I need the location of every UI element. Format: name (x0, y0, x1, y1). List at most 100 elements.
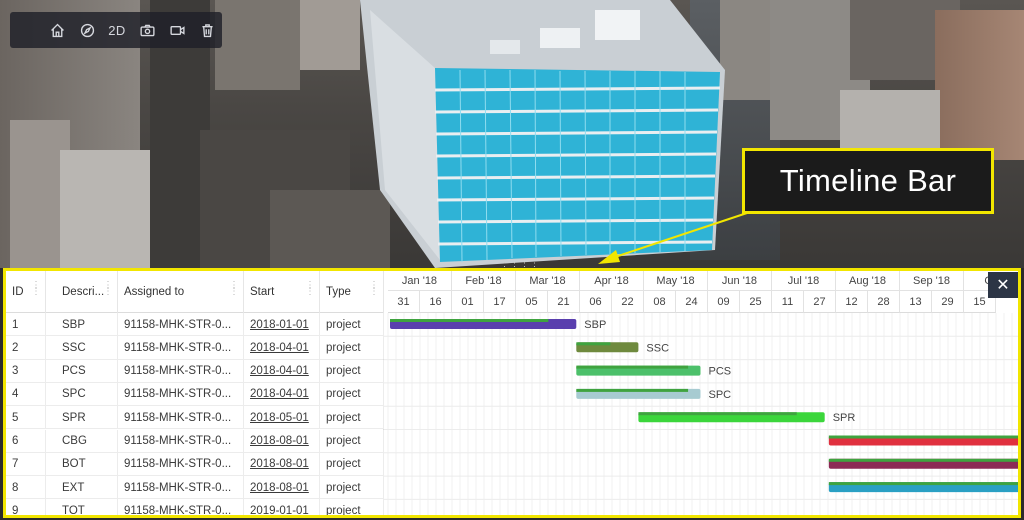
cell-start[interactable]: 2018-01-01 (244, 313, 320, 336)
cell-id: 4 (6, 382, 46, 406)
table-row[interactable]: 3 PCS 91158-MHK-STR-0... 2018-04-01 project (6, 359, 384, 383)
table-row[interactable]: 5 SPR 91158-MHK-STR-0... 2018-05-01 project (6, 406, 384, 430)
gantt-bar-progress (638, 412, 797, 416)
cell-type: project (320, 429, 384, 453)
cell-assigned: 91158-MHK-STR-0... (118, 476, 244, 500)
camera-button[interactable] (132, 15, 162, 45)
cell-id: 3 (6, 359, 46, 383)
cell-assigned: 91158-MHK-STR-0... (118, 336, 244, 360)
day-label: 24 (676, 291, 708, 313)
cell-assigned: 91158-MHK-STR-0... (118, 382, 244, 406)
cell-type: project (320, 406, 384, 430)
cell-type: project (320, 382, 384, 406)
gantt-bar[interactable] (576, 365, 701, 376)
annotation-label: Timeline Bar (779, 163, 957, 198)
gantt-bar-progress (576, 342, 611, 346)
gantt-bar-label: PCS (709, 366, 732, 378)
day-label: 31 (388, 291, 420, 313)
cell-description: SPC (46, 382, 118, 406)
cell-assigned: 91158-MHK-STR-0... (118, 429, 244, 453)
gantt-chart[interactable]: Jan '18 Feb '18 Mar '18 Apr '18 May '18 Jun '… (384, 271, 1018, 515)
compass-icon (80, 23, 94, 37)
column-header-description[interactable]: Descri... ⋮ ⋮ (46, 271, 118, 313)
column-header-label: Type (326, 286, 351, 298)
annotation-callout: Timeline Bar (742, 148, 994, 214)
gantt-body[interactable]: SBP SSC PCS SPC SPR (384, 313, 1018, 515)
month-label: Sep '18 (900, 271, 964, 291)
cell-start[interactable]: 2018-05-01 (244, 406, 320, 430)
column-header-id[interactable]: ID ⋮ ⋮ (6, 271, 46, 313)
close-button[interactable]: ✕ (988, 272, 1018, 298)
gantt-bar[interactable] (828, 435, 1018, 446)
cell-type: project (320, 359, 384, 383)
day-label: 21 (548, 291, 580, 313)
cell-assigned: 91158-MHK-STR-0... (118, 406, 244, 430)
compass-button[interactable] (72, 15, 102, 45)
day-label: 22 (612, 291, 644, 313)
cell-start[interactable]: 2018-08-01 (244, 476, 320, 500)
gantt-bar-progress (828, 482, 1018, 486)
cell-start[interactable]: 2018-08-01 (244, 452, 320, 476)
cell-description: PCS (46, 359, 118, 383)
column-header-assigned[interactable]: Assigned to ⋮ ⋮ (118, 271, 244, 313)
cell-start[interactable]: 2018-04-01 (244, 382, 320, 406)
cell-assigned: 91158-MHK-STR-0... (118, 499, 244, 515)
month-label: Jun '18 (708, 271, 772, 291)
cell-description: SSC (46, 336, 118, 360)
cell-id: 6 (6, 429, 46, 453)
cell-start[interactable]: 2018-04-01 (244, 359, 320, 383)
day-label: 27 (804, 291, 836, 313)
cell-start[interactable]: 2018-08-01 (244, 429, 320, 453)
gantt-bar[interactable] (576, 388, 701, 399)
month-label: Aug '18 (836, 271, 900, 291)
video-icon (169, 25, 185, 35)
day-label: 09 (708, 291, 740, 313)
gantt-bar[interactable] (390, 319, 577, 329)
table-row[interactable]: 6 CBG 91158-MHK-STR-0... 2018-08-01 project (6, 429, 384, 453)
column-menu-icon[interactable]: ⋮ ⋮ (229, 281, 239, 297)
month-label: May '18 (644, 271, 708, 291)
cell-id: 5 (6, 406, 46, 430)
view-2d-button[interactable]: 2D (102, 15, 132, 45)
video-button[interactable] (162, 15, 192, 45)
cell-id: 1 (6, 313, 46, 336)
cell-type: project (320, 499, 384, 515)
3d-viewport[interactable]: 2D Timeline Bar (0, 0, 1024, 268)
cell-start[interactable]: 2018-04-01 (244, 336, 320, 360)
gantt-bar-label: SPR (833, 412, 856, 424)
gantt-bar[interactable] (638, 412, 825, 423)
day-label: 12 (836, 291, 868, 313)
gantt-bar-label: SBP (584, 319, 606, 331)
trash-icon (201, 23, 213, 37)
home-button[interactable] (42, 15, 72, 45)
table-row[interactable]: 7 BOT 91158-MHK-STR-0... 2018-08-01 project (6, 452, 384, 477)
column-menu-icon[interactable]: ⋮ ⋮ (103, 281, 113, 297)
column-header-start[interactable]: Start ⋮ ⋮ (244, 271, 320, 313)
delete-button[interactable] (192, 15, 222, 45)
column-menu-icon[interactable]: ⋮ ⋮ (31, 281, 41, 297)
timeline-panel: ID ⋮ ⋮ Descri... ⋮ ⋮ Assigned to ⋮ ⋮ Start ⋮ ⋮ T… (3, 268, 1021, 518)
column-menu-icon[interactable]: ⋮ ⋮ (369, 281, 379, 297)
column-header-type[interactable]: Type ⋮ ⋮ (320, 271, 384, 313)
table-row[interactable]: 9 TOT 91158-MHK-STR-0... 2019-01-01 project (6, 499, 384, 515)
day-label: 28 (868, 291, 900, 313)
day-label: 16 (420, 291, 452, 313)
table-row[interactable]: 1 SBP 91158-MHK-STR-0... 2018-01-01 project (6, 313, 384, 337)
background-building (60, 150, 150, 268)
cell-start[interactable]: 2019-01-01 (244, 499, 320, 515)
cell-description: TOT (46, 499, 118, 515)
table-row[interactable]: 2 SSC 91158-MHK-STR-0... 2018-04-01 project (6, 336, 384, 360)
gantt-bar[interactable] (828, 458, 1018, 469)
viewer-toolbar: 2D (10, 12, 222, 48)
gantt-bar-label: SSC (646, 342, 669, 354)
gantt-bar[interactable] (576, 342, 639, 353)
column-header-label: Start (250, 286, 275, 298)
cell-type: project (320, 336, 384, 360)
day-label: 13 (900, 291, 932, 313)
table-row[interactable]: 8 EXT 91158-MHK-STR-0... 2018-08-01 project (6, 476, 384, 500)
table-row[interactable]: 4 SPC 91158-MHK-STR-0... 2018-04-01 project (6, 382, 384, 407)
task-grid: ID ⋮ ⋮ Descri... ⋮ ⋮ Assigned to ⋮ ⋮ Start ⋮ ⋮ T… (6, 271, 384, 515)
highlighted-building[interactable] (340, 0, 740, 268)
gantt-bar[interactable] (828, 482, 1018, 493)
column-menu-icon[interactable]: ⋮ ⋮ (305, 281, 315, 297)
